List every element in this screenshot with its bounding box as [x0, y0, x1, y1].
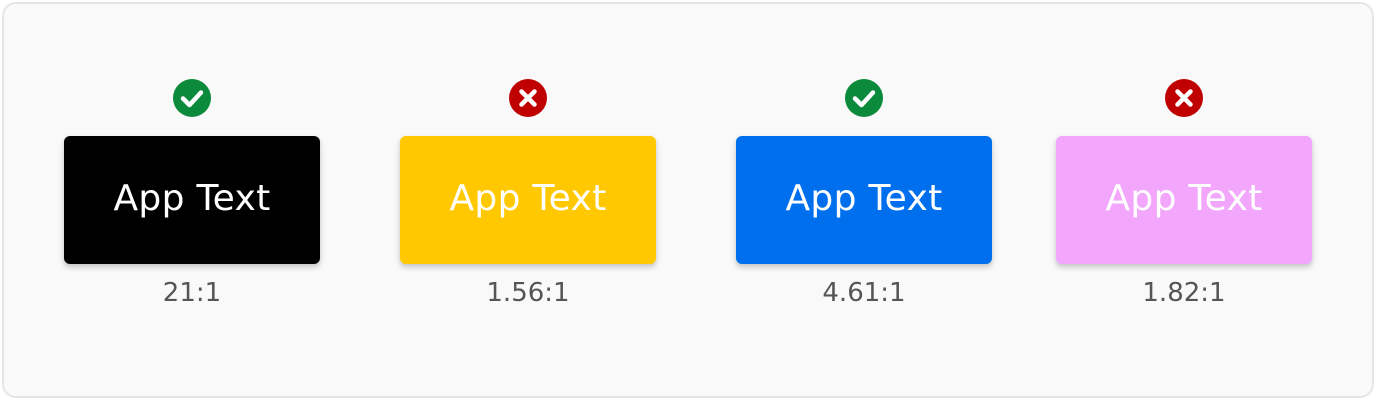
- contrast-ratio: 21:1: [162, 278, 222, 308]
- swatch-label: App Text: [1105, 177, 1263, 219]
- swatch-yellow: App Text: [400, 136, 656, 264]
- swatch-group-3: App Text 4.61:1: [736, 0, 992, 400]
- swatch-blue: App Text: [736, 136, 992, 264]
- swatch-group-2: App Text 1.56:1: [400, 0, 656, 400]
- check-circle-icon: [844, 78, 884, 118]
- contrast-ratio: 1.56:1: [486, 278, 570, 308]
- swatch-pink: App Text: [1056, 136, 1312, 264]
- swatch-group-1: App Text 21:1: [64, 0, 320, 400]
- contrast-ratio: 4.61:1: [822, 278, 906, 308]
- swatch-label: App Text: [785, 177, 943, 219]
- swatch-black: App Text: [64, 136, 320, 264]
- swatch-label: App Text: [449, 177, 607, 219]
- swatch-group-4: App Text 1.82:1: [1056, 0, 1312, 400]
- swatch-label: App Text: [113, 177, 271, 219]
- x-circle-icon: [1164, 78, 1204, 118]
- check-circle-icon: [172, 78, 212, 118]
- contrast-ratio: 1.82:1: [1142, 278, 1226, 308]
- x-circle-icon: [508, 78, 548, 118]
